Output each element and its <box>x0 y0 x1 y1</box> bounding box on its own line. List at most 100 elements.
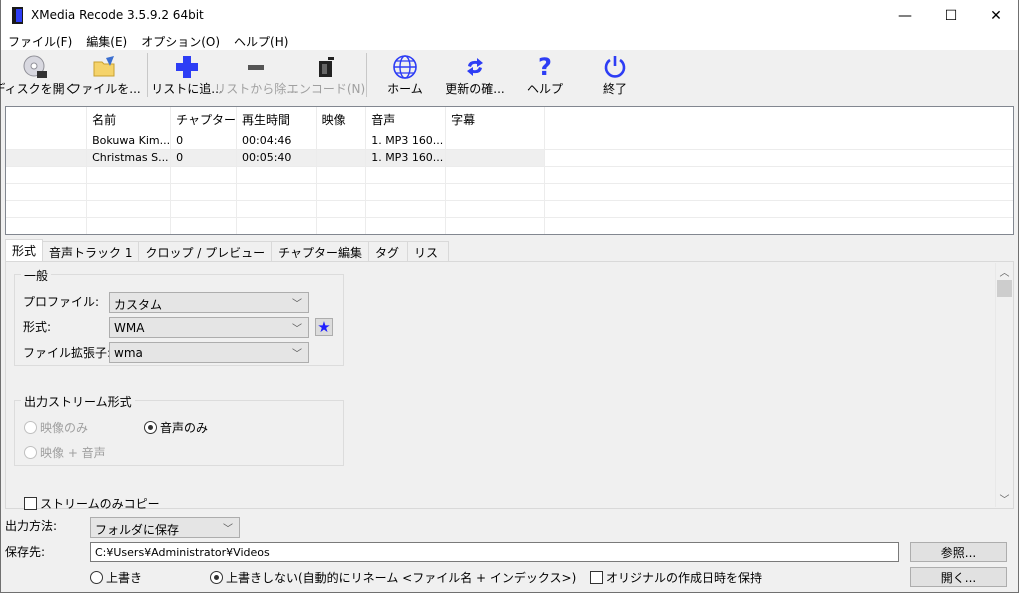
tab-format[interactable]: 形式 <box>5 239 44 261</box>
video-only-radio[interactable]: 映像のみ <box>24 419 88 436</box>
disc-icon <box>21 54 49 80</box>
col-header-chapter[interactable]: チャプター <box>170 107 238 132</box>
add-to-list-button[interactable]: リストに追... <box>151 50 223 100</box>
cell-duration: 00:05:40 <box>236 149 317 167</box>
chevron-down-icon: ﹀ <box>292 324 302 335</box>
video-only-label: 映像のみ <box>40 421 89 435</box>
col-header-subtitle[interactable]: 字幕 <box>445 107 545 132</box>
globe-icon <box>391 54 419 80</box>
cell-name: Christmas S... <box>86 149 172 167</box>
open-disc-button[interactable]: ディスクを開く <box>0 50 77 100</box>
keep-date-checkbox[interactable]: オリジナルの作成日時を保持 <box>590 569 762 586</box>
tab-list[interactable]: リスト <box>407 241 450 277</box>
scrollbar-thumb[interactable] <box>997 280 1012 297</box>
title-bar: XMedia Recode 3.5.9.2 64bit — ☐ ✕ <box>1 0 1018 31</box>
overwrite-label: 上書き <box>106 571 143 585</box>
cell-index <box>6 132 88 150</box>
no-overwrite-label: 上書きしない(自動的にリネーム <ファイル名 + インデックス>) <box>226 571 577 585</box>
empty-row <box>6 183 1013 201</box>
keep-date-label: オリジナルの作成日時を保持 <box>606 571 763 585</box>
checkbox-box <box>590 571 603 584</box>
favorite-star-button[interactable]: ★ <box>315 318 333 336</box>
general-group-title: 一般 <box>21 267 52 284</box>
check-update-button[interactable]: 更新の確... <box>437 50 513 100</box>
format-select[interactable]: WMA ﹀ <box>109 317 309 338</box>
output-method-value: フォルダに保存 <box>95 523 180 537</box>
format-label: 形式: <box>23 320 52 334</box>
menu-file[interactable]: ファイル(F) <box>1 31 79 50</box>
cell-duration: 00:04:46 <box>236 132 317 150</box>
table-row[interactable]: Christmas S... 0 00:05:40 1. MP3 160... <box>6 149 1013 167</box>
video-audio-radio[interactable]: 映像 + 音声 <box>24 444 106 461</box>
open-folder-button[interactable]: 開く... <box>910 567 1007 587</box>
radio-circle <box>90 571 103 584</box>
cell-chapter: 0 <box>170 132 238 150</box>
tab-audio-track-1[interactable]: 音声トラック 1 <box>42 241 140 261</box>
empty-row <box>6 217 1013 234</box>
refresh-icon <box>461 54 489 80</box>
radio-circle <box>24 446 37 459</box>
overwrite-radio[interactable]: 上書き <box>90 569 142 586</box>
extension-select[interactable]: wma ﹀ <box>109 342 309 363</box>
profile-value: カスタム <box>114 298 163 312</box>
encode-label: エンコード(N) <box>286 82 366 96</box>
radio-circle <box>24 421 37 434</box>
encode-button[interactable]: エンコード(N) <box>287 50 365 100</box>
menu-bar: ファイル(F) 編集(E) オプション(O) ヘルプ(H) <box>1 31 1018 50</box>
maximize-button[interactable]: ☐ <box>928 0 974 31</box>
format-panel: 一般 プロファイル: カスタム ﹀ 形式: WMA ﹀ ★ ファイル拡張子: w… <box>5 261 1014 512</box>
tab-crop-preview[interactable]: クロップ / プレビュー <box>138 241 273 261</box>
open-disc-label: ディスクを開く <box>0 82 77 96</box>
cell-name: Bokuwa Kim... <box>86 132 172 150</box>
tab-tags[interactable]: タグ <box>368 241 409 261</box>
menu-help[interactable]: ヘルプ(H) <box>227 31 295 50</box>
audio-only-radio[interactable]: 音声のみ <box>144 419 208 436</box>
col-header-name[interactable]: 名前 <box>86 107 172 132</box>
output-method-select[interactable]: フォルダに保存 ﹀ <box>90 517 240 538</box>
tab-chapter-edit[interactable]: チャプター編集 <box>271 241 370 261</box>
col-header-video[interactable]: 映像 <box>316 107 367 132</box>
exit-button[interactable]: 終了 <box>577 50 653 100</box>
add-to-list-label: リストに追... <box>151 82 223 96</box>
panel-scrollbar[interactable]: ︿ ﹀ <box>995 263 1012 507</box>
open-file-button[interactable]: ファイルを... <box>69 50 141 100</box>
col-header-audio[interactable]: 音声 <box>365 107 447 132</box>
output-stream-group-title: 出力ストリーム形式 <box>21 393 135 410</box>
toolbar: ディスクを開く ファイルを... リストに追... リストから除... エンコー… <box>0 50 1018 102</box>
format-value: WMA <box>114 321 145 335</box>
folder-icon <box>91 54 119 80</box>
remove-from-list-label: リストから除... <box>214 82 298 96</box>
destination-input[interactable]: C:¥Users¥Administrator¥Videos <box>90 542 899 562</box>
browse-button[interactable]: 参照... <box>910 542 1007 562</box>
check-update-label: 更新の確... <box>445 82 505 96</box>
profile-select[interactable]: カスタム ﹀ <box>109 292 309 313</box>
exit-label: 終了 <box>602 82 627 96</box>
menu-options[interactable]: オプション(O) <box>134 31 227 50</box>
close-button[interactable]: ✕ <box>973 0 1019 31</box>
minimize-button[interactable]: — <box>882 0 928 31</box>
no-overwrite-radio[interactable]: 上書きしない(自動的にリネーム <ファイル名 + インデックス>) <box>210 569 576 586</box>
star-icon: ★ <box>317 318 331 336</box>
cell-filler <box>544 132 1013 150</box>
home-button[interactable]: ホーム <box>373 50 437 100</box>
cell-index <box>6 149 88 167</box>
destination-label: 保存先: <box>5 545 46 559</box>
window-title: XMedia Recode 3.5.9.2 64bit <box>31 8 204 22</box>
cell-video <box>316 149 367 167</box>
scroll-up-icon[interactable]: ︿ <box>996 263 1013 280</box>
file-list[interactable]: 名前 チャプター 再生時間 映像 音声 字幕 Bokuwa Kim... 0 0… <box>5 106 1014 235</box>
table-row[interactable]: Bokuwa Kim... 0 00:04:46 1. MP3 160... <box>6 132 1013 150</box>
toolbar-separator <box>147 53 148 97</box>
stream-copy-checkbox[interactable]: ストリームのみコピー <box>24 495 160 512</box>
col-header-duration[interactable]: 再生時間 <box>236 107 317 132</box>
col-header-filler <box>544 107 1013 132</box>
chevron-down-icon: ﹀ <box>292 299 302 310</box>
empty-row <box>6 200 1013 218</box>
output-method-label: 出力方法: <box>5 519 58 533</box>
help-button[interactable]: ? ヘルプ <box>513 50 577 100</box>
col-header-index[interactable] <box>6 107 88 132</box>
question-icon: ? <box>538 53 552 81</box>
remove-from-list-button[interactable]: リストから除... <box>214 50 298 100</box>
scroll-down-icon[interactable]: ﹀ <box>996 490 1013 507</box>
menu-edit[interactable]: 編集(E) <box>79 31 134 50</box>
